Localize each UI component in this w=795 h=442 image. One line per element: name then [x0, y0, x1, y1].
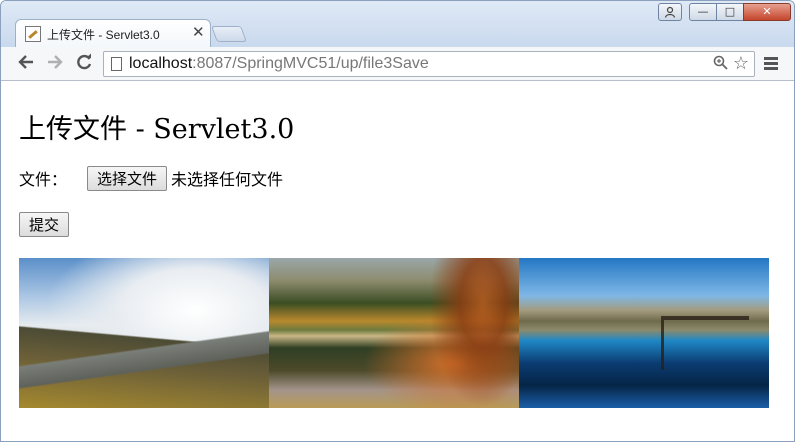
favicon-icon: [25, 26, 41, 42]
tab-close-icon[interactable]: ✕: [192, 23, 205, 41]
browser-toolbar: localhost:8087/SpringMVC51/up/file3Save …: [1, 47, 794, 81]
minimize-button[interactable]: —: [689, 3, 717, 21]
file-status-text: 未选择任何文件: [171, 170, 284, 189]
back-arrow-icon[interactable]: [17, 53, 35, 76]
close-window-button[interactable]: ✕: [743, 3, 791, 21]
title-bar: 上传文件 - Servlet3.0 ✕ — □ ✕: [1, 1, 794, 47]
user-profile-button[interactable]: [658, 3, 682, 21]
choose-file-button[interactable]: 选择文件: [87, 165, 168, 191]
photo-blue-lake-pier: [519, 258, 769, 408]
file-label: 文件：: [19, 170, 68, 189]
submit-button[interactable]: 提交: [19, 212, 70, 237]
star-icon[interactable]: ☆: [733, 53, 749, 74]
address-bar[interactable]: localhost:8087/SpringMVC51/up/file3Save …: [103, 51, 755, 77]
tab-title: 上传文件 - Servlet3.0: [47, 28, 160, 42]
new-tab-button[interactable]: [211, 26, 247, 42]
user-icon: [664, 6, 676, 18]
page-icon: [111, 57, 122, 71]
photo-autumn-lake: [269, 258, 519, 408]
url-path: :8087/SpringMVC51/up/file3Save: [192, 55, 429, 72]
url-host: localhost: [129, 55, 193, 72]
reload-icon[interactable]: [75, 53, 93, 76]
browser-tab[interactable]: 上传文件 - Servlet3.0 ✕: [15, 19, 211, 47]
browser-window: 上传文件 - Servlet3.0 ✕ — □ ✕ localhost:8087…: [0, 0, 795, 442]
url-text[interactable]: localhost:8087/SpringMVC51/up/file3Save: [129, 55, 429, 73]
zoom-icon[interactable]: [713, 55, 728, 74]
photo-strip: [19, 258, 769, 408]
file-upload-row: 文件： 选择文件 未选择任何文件: [19, 165, 283, 191]
page-title: 上传文件 - Servlet3.0: [19, 114, 295, 145]
maximize-button[interactable]: □: [716, 3, 744, 21]
photo-cloudy-road: [19, 258, 269, 408]
menu-icon[interactable]: [764, 57, 778, 72]
forward-arrow-icon[interactable]: [46, 53, 64, 76]
